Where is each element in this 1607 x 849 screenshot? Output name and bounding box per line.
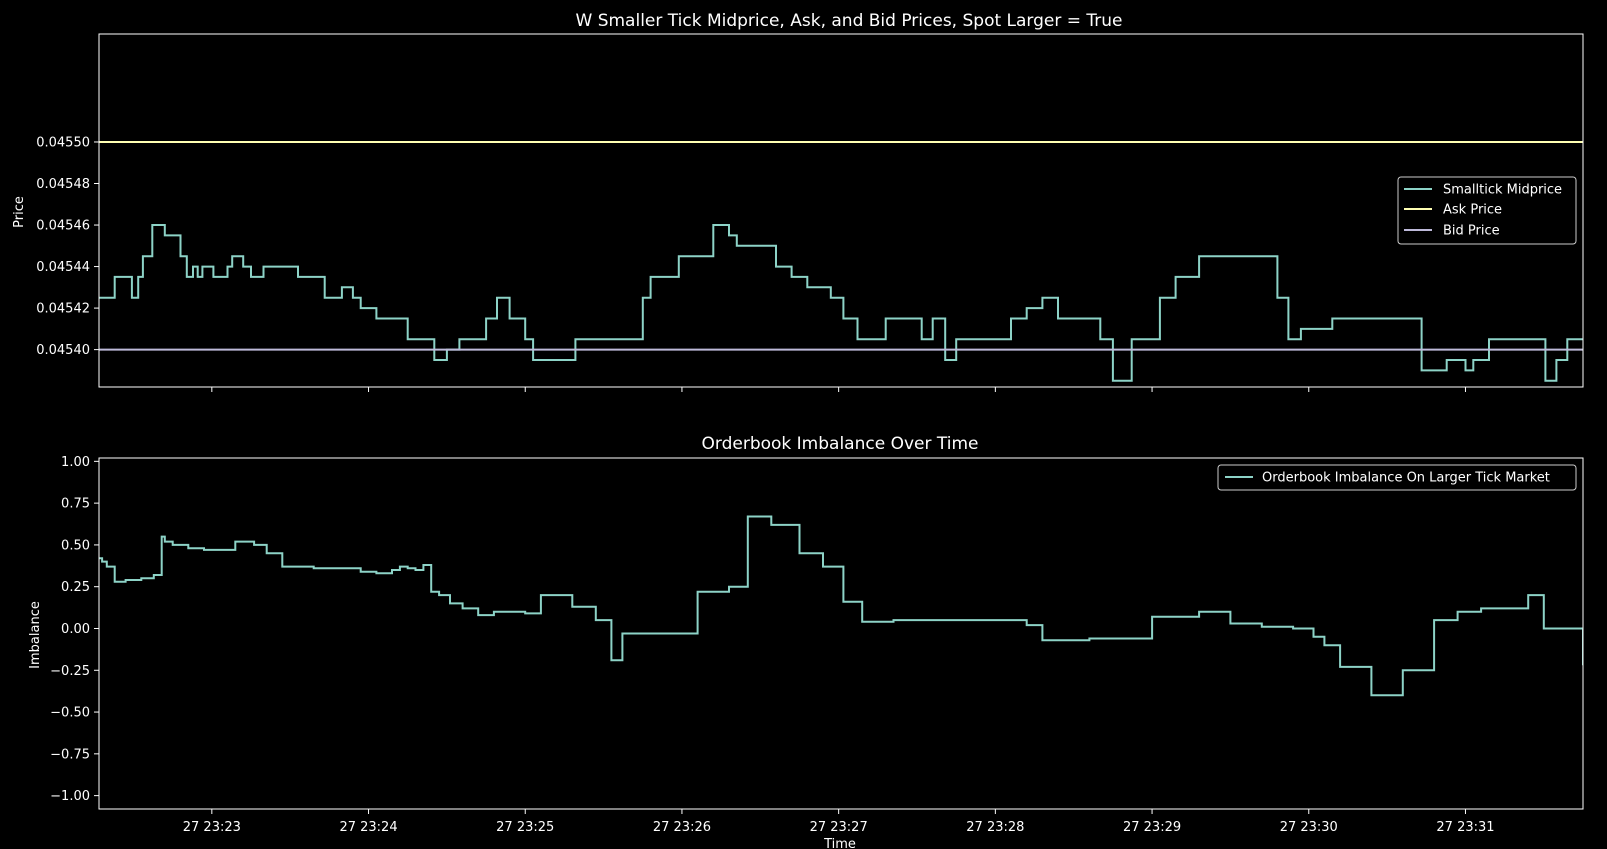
imbalance-x-tick-label: 27 23:23: [183, 820, 241, 835]
legend-label-bid: Bid Price: [1443, 224, 1500, 239]
imbalance-x-tick-label: 27 23:27: [810, 820, 868, 835]
figure-background: [0, 0, 1607, 849]
imbalance-x-tick-label: 27 23:31: [1436, 820, 1494, 835]
imbalance-x-tick-label: 27 23:26: [653, 820, 711, 835]
price-y-tick-label: 0.04540: [36, 343, 90, 358]
imbalance-legend: Orderbook Imbalance On Larger Tick Marke…: [1217, 464, 1577, 491]
price-legend: Smalltick Midprice Ask Price Bid Price: [1397, 176, 1577, 245]
legend-label-midprice: Smalltick Midprice: [1443, 183, 1562, 198]
price-y-tick-label: 0.04546: [36, 219, 90, 234]
imbalance-y-tick-label: −1.00: [50, 789, 90, 804]
legend-label-imbalance: Orderbook Imbalance On Larger Tick Marke…: [1262, 471, 1550, 486]
imbalance-y-tick-label: −0.75: [50, 747, 90, 762]
imbalance-x-axis-label: Time: [823, 837, 856, 849]
imbalance-x-tick-label: 27 23:30: [1280, 820, 1338, 835]
imbalance-x-tick-label: 27 23:25: [496, 820, 554, 835]
imbalance-y-tick-label: 0.00: [61, 622, 90, 637]
figure: W Smaller Tick Midprice, Ask, and Bid Pr…: [0, 0, 1607, 849]
price-y-tick-label: 0.04544: [36, 260, 90, 275]
imbalance-y-tick-label: −0.25: [50, 664, 90, 679]
price-y-axis-label: Price: [12, 196, 27, 228]
imbalance-y-axis-label: Imbalance: [28, 601, 43, 669]
imbalance-y-tick-label: 0.25: [61, 580, 90, 595]
imbalance-y-tick-label: 0.75: [61, 497, 90, 512]
imbalance-x-tick-label: 27 23:29: [1123, 820, 1181, 835]
imbalance-chart-title: Orderbook Imbalance Over Time: [702, 434, 979, 454]
imbalance-x-tick-label: 27 23:28: [966, 820, 1024, 835]
imbalance-x-tick-label: 27 23:24: [339, 820, 397, 835]
price-y-tick-label: 0.04548: [36, 177, 90, 192]
price-y-tick-label: 0.04542: [36, 302, 90, 317]
imbalance-y-tick-label: 0.50: [61, 538, 90, 553]
imbalance-y-tick-label: 1.00: [61, 455, 90, 470]
imbalance-y-tick-label: −0.50: [50, 706, 90, 721]
price-y-tick-label: 0.04550: [36, 135, 90, 150]
legend-label-ask: Ask Price: [1443, 203, 1502, 218]
price-chart-title: W Smaller Tick Midprice, Ask, and Bid Pr…: [575, 11, 1122, 31]
